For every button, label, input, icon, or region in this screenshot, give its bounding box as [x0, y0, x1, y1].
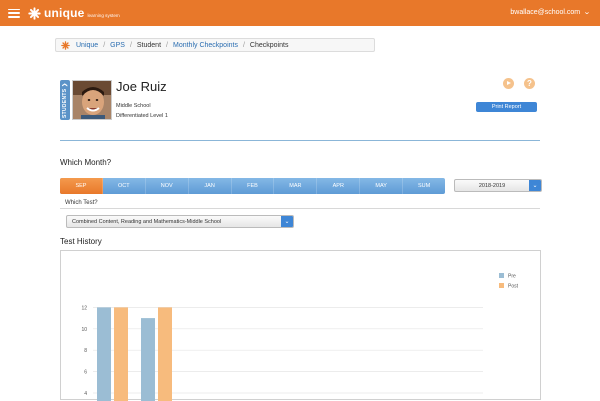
y-tick-label: 6	[84, 370, 87, 376]
breadcrumb-monthly-checkpoints[interactable]: Monthly Checkpoints	[173, 42, 238, 49]
student-avatar	[72, 80, 112, 120]
student-level: Differentiated Level 1	[116, 113, 168, 119]
test-history-heading: Test History	[60, 237, 102, 246]
test-select[interactable]: Combined Content, Reading and Mathematic…	[66, 215, 294, 228]
bar-post	[158, 307, 172, 401]
breadcrumb-checkpoints: Checkpoints	[249, 41, 289, 49]
user-menu[interactable]: bwallace@school.com ⌄	[510, 8, 591, 17]
legend-label-pre: Pre	[508, 274, 516, 280]
month-heading: Which Month?	[60, 158, 112, 167]
chevron-down-icon: ⌄	[281, 216, 293, 227]
chevron-down-icon: ⌄	[583, 9, 591, 16]
student-school: Middle School	[116, 103, 151, 109]
breadcrumb-unique[interactable]: Unique	[76, 42, 98, 49]
month-tab-may[interactable]: MAY	[360, 178, 404, 194]
bar-pre	[97, 307, 111, 401]
month-selector: SEP OCT NOV JAN FEB MAR APR MAY SUM	[60, 178, 445, 194]
legend-label-post: Post	[508, 284, 519, 290]
logo-text: unique	[44, 6, 85, 20]
logo-asterisk-icon	[28, 6, 41, 20]
year-value: 2018-2019	[478, 182, 506, 189]
logo[interactable]: unique learning system	[28, 6, 120, 20]
month-tab-nov[interactable]: NOV	[146, 178, 189, 194]
print-report-button[interactable]: Print Report	[476, 102, 537, 112]
logo-subtext: learning system	[87, 12, 120, 18]
user-email: bwallace@school.com	[510, 8, 581, 16]
chart-svg: 24681012PrePost	[81, 273, 519, 401]
section-divider	[60, 140, 540, 141]
students-tab-label: STUDENTS	[62, 88, 68, 118]
year-select[interactable]: 2018-2019 ⌄	[454, 179, 542, 192]
y-tick-label: 12	[81, 305, 87, 311]
month-tab-sep[interactable]: SEP	[60, 178, 103, 194]
month-tab-oct[interactable]: OCT	[103, 178, 146, 194]
top-bar: unique learning system bwallace@school.c…	[0, 0, 600, 26]
test-value: Combined Content, Reading and Mathematic…	[72, 218, 222, 225]
play-icon[interactable]	[503, 78, 514, 89]
breadcrumb: Unique / GPS / Student / Monthly Checkpo…	[55, 38, 375, 52]
month-tab-apr[interactable]: APR	[317, 178, 361, 194]
students-tab[interactable]: STUDENTS ❯	[60, 80, 70, 120]
legend-swatch-post	[499, 283, 504, 288]
legend-swatch-pre	[499, 273, 504, 278]
month-tab-sum[interactable]: SUM	[403, 178, 445, 194]
bar-pre	[141, 318, 155, 401]
avatar-photo	[73, 81, 111, 119]
student-name: Joe Ruiz	[116, 79, 167, 94]
month-tab-mar[interactable]: MAR	[274, 178, 318, 194]
test-label: Which Test?	[65, 200, 98, 206]
test-divider	[60, 208, 540, 209]
y-tick-label: 8	[84, 348, 87, 354]
chevron-down-icon: ⌄	[529, 180, 541, 191]
bar-post	[114, 307, 128, 401]
breadcrumb-separator: /	[103, 41, 106, 49]
home-asterisk-icon[interactable]	[61, 40, 70, 50]
breadcrumb-separator: /	[129, 41, 132, 49]
y-tick-label: 10	[81, 327, 87, 333]
breadcrumb-student: Student	[136, 41, 162, 49]
breadcrumb-gps[interactable]: GPS	[110, 42, 125, 49]
test-history-chart: 24681012PrePost	[60, 250, 541, 401]
hamburger-menu-icon[interactable]	[8, 8, 20, 18]
chevron-icon: ❯	[62, 82, 68, 87]
help-icon[interactable]: ?	[524, 78, 535, 89]
month-tab-jan[interactable]: JAN	[189, 178, 232, 194]
month-tab-feb[interactable]: FEB	[232, 178, 275, 194]
breadcrumb-separator: /	[166, 41, 168, 49]
breadcrumb-separator: /	[242, 41, 245, 49]
